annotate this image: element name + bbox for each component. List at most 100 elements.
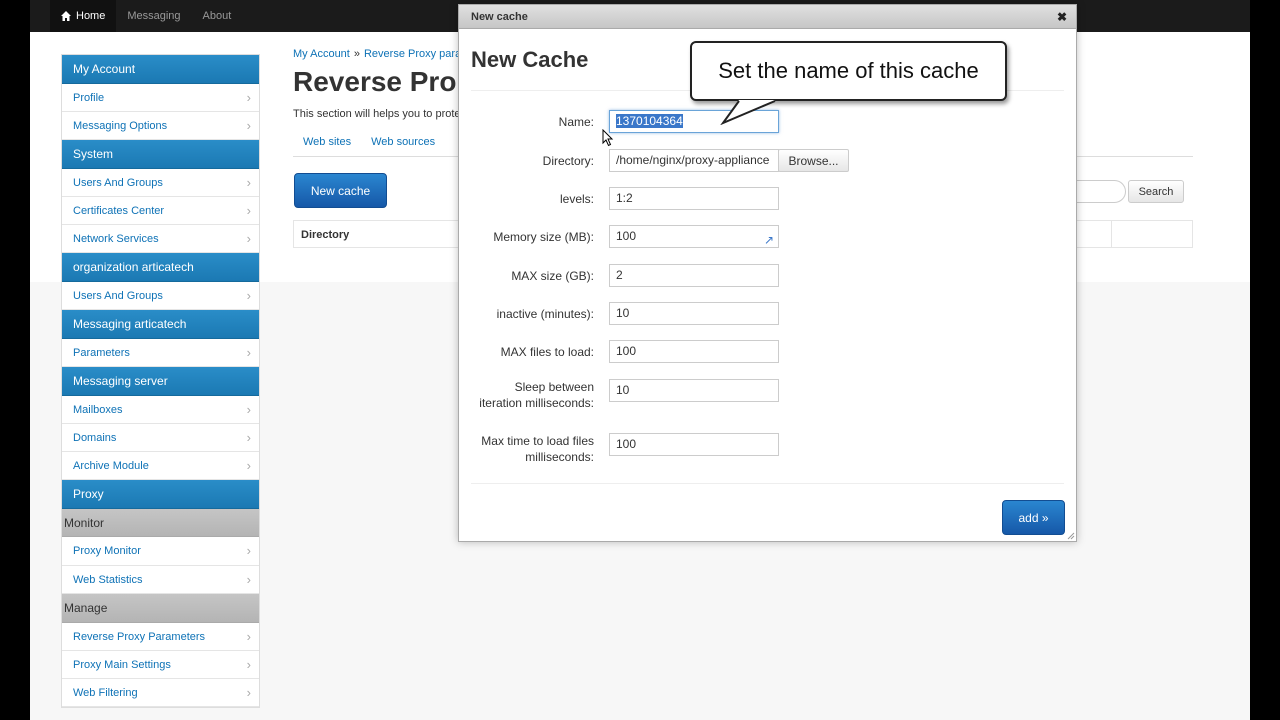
levels-field[interactable]: 1:2	[609, 187, 779, 210]
column-divider	[1111, 221, 1112, 247]
menu-item-label: Messaging Options	[73, 119, 168, 132]
max-files-field[interactable]: 100	[609, 340, 779, 363]
menu-header-monitor: Monitor	[62, 508, 259, 538]
breadcrumb-separator: »	[353, 48, 360, 60]
menu-item-network-services[interactable]: Network Services ›	[62, 225, 259, 254]
menu-item-label: Proxy Main Settings	[73, 658, 171, 671]
page-title: Reverse Pro	[293, 66, 457, 97]
menu-item-proxy-monitor[interactable]: Proxy Monitor ›	[62, 537, 259, 566]
menu-header-organization[interactable]: organization articatech	[62, 253, 259, 282]
max-files-label: MAX files to load:	[500, 345, 594, 359]
menu-item-proxy-main-settings[interactable]: Proxy Main Settings ›	[62, 650, 259, 680]
chevron-right-icon: ›	[246, 231, 251, 247]
column-directory[interactable]: Directory	[301, 221, 349, 249]
left-menu: My Account Profile › Messaging Options › S…	[61, 54, 260, 709]
menu-item-messaging-options[interactable]: Messaging Options ›	[62, 111, 259, 141]
chevron-right-icon: ›	[246, 458, 251, 474]
chevron-right-icon: ›	[246, 543, 251, 559]
home-icon	[61, 11, 71, 21]
chevron-right-icon: ›	[246, 685, 251, 701]
dialog-heading: New Cache	[471, 47, 589, 72]
divider	[471, 483, 1064, 484]
menu-item-label: Users And Groups	[73, 289, 163, 302]
menu-item-org-users-and-groups[interactable]: Users And Groups ›	[62, 281, 259, 311]
breadcrumb-reverse-proxy[interactable]: Reverse Proxy para	[364, 48, 461, 60]
inactive-label: inactive (minutes):	[496, 307, 594, 321]
menu-header-proxy[interactable]: Proxy	[62, 480, 259, 509]
chevron-right-icon: ›	[246, 89, 251, 105]
nav-messaging[interactable]: Messaging	[116, 0, 191, 32]
menu-item-label: Parameters	[73, 346, 130, 359]
menu-item-label: Web Statistics	[73, 573, 143, 586]
breadcrumb: My Account» Reverse Proxy para	[293, 48, 461, 60]
menu-item-label: Profile	[73, 91, 105, 104]
menu-item-label: Proxy Monitor	[73, 545, 141, 558]
menu-item-profile[interactable]: Profile ›	[62, 83, 259, 112]
tab-web-sites[interactable]: Web sites	[293, 128, 361, 156]
chevron-right-icon: ›	[246, 202, 251, 218]
nav-home[interactable]: Home	[50, 0, 117, 32]
menu-item-label: Web Filtering	[73, 687, 138, 700]
tab-web-sources[interactable]: Web sources	[361, 128, 445, 156]
sleep-field[interactable]: 10	[609, 379, 779, 402]
memory-field-value: 100	[616, 229, 637, 243]
max-time-field[interactable]: 100	[609, 433, 779, 456]
search-button[interactable]: Search	[1128, 180, 1184, 203]
menu-item-label: Reverse Proxy Parameters	[73, 630, 206, 643]
menu-item-label: Archive Module	[73, 460, 149, 473]
memory-field[interactable]: 100 ↗	[609, 225, 779, 248]
chevron-right-icon: ›	[246, 628, 251, 644]
menu-header-my-account[interactable]: My Account	[62, 55, 259, 84]
menu-item-reverse-proxy-parameters[interactable]: Reverse Proxy Parameters ›	[62, 622, 259, 651]
nav-about[interactable]: About	[192, 0, 243, 32]
dialog-title: New cache	[471, 11, 528, 23]
name-label: Name:	[558, 115, 594, 129]
chevron-right-icon: ›	[246, 287, 251, 303]
chevron-right-icon: ›	[246, 117, 251, 133]
mouse-cursor-icon	[602, 129, 614, 147]
max-size-field[interactable]: 2	[609, 264, 779, 287]
menu-item-archive-module[interactable]: Archive Module ›	[62, 452, 259, 481]
max-size-label: MAX size (GB):	[511, 269, 594, 283]
dialog-titlebar[interactable]: New cache ✖	[459, 5, 1076, 29]
menu-item-domains[interactable]: Domains ›	[62, 423, 259, 453]
menu-item-mailboxes[interactable]: Mailboxes ›	[62, 395, 259, 424]
levels-label: levels:	[559, 192, 594, 206]
resize-handle-icon[interactable]	[1067, 532, 1075, 540]
directory-field[interactable]: /home/nginx/proxy-appliance	[609, 149, 779, 172]
inactive-field[interactable]: 10	[609, 302, 779, 325]
menu-item-label: Mailboxes	[73, 403, 123, 416]
breadcrumb-my-account[interactable]: My Account	[293, 48, 350, 60]
close-icon[interactable]: ✖	[1057, 5, 1067, 29]
menu-item-label: Domains	[73, 431, 117, 444]
nav-home-label: Home	[76, 10, 106, 22]
chevron-right-icon: ›	[246, 429, 251, 445]
chevron-right-icon: ›	[246, 656, 251, 672]
menu-item-parameters[interactable]: Parameters ›	[62, 338, 259, 368]
max-time-label-line1: Max time to load files	[481, 434, 594, 448]
menu-header-messaging-server[interactable]: Messaging server	[62, 367, 259, 396]
sleep-label-line2: iteration milliseconds:	[479, 396, 594, 410]
menu-item-web-filtering[interactable]: Web Filtering ›	[62, 679, 259, 708]
spinner-arrow-icon[interactable]: ↗	[764, 230, 774, 247]
section-description: This section will helps you to prote	[293, 108, 461, 120]
add-button[interactable]: add »	[1002, 500, 1065, 535]
menu-item-web-statistics[interactable]: Web Statistics ›	[62, 565, 259, 595]
sleep-label-line1: Sleep between	[514, 380, 594, 394]
menu-item-label: Users And Groups	[73, 176, 163, 189]
chevron-right-icon: ›	[246, 344, 251, 360]
menu-header-manage: Manage	[62, 594, 259, 623]
directory-label: Directory:	[542, 154, 594, 168]
letterbox-right	[1250, 0, 1280, 720]
max-time-label-line2: milliseconds:	[525, 450, 594, 464]
browse-button[interactable]: Browse...	[778, 149, 849, 172]
menu-header-system[interactable]: System	[62, 140, 259, 169]
new-cache-button[interactable]: New cache	[294, 173, 387, 208]
menu-header-messaging-org[interactable]: Messaging articatech	[62, 310, 259, 339]
callout-tail	[717, 100, 776, 125]
menu-item-users-and-groups[interactable]: Users And Groups ›	[62, 168, 259, 197]
menu-item-certificates-center[interactable]: Certificates Center ›	[62, 196, 259, 226]
chevron-right-icon: ›	[246, 174, 251, 190]
memory-label: Memory size (MB):	[493, 230, 594, 244]
tutorial-callout: Set the name of this cache	[690, 41, 1007, 101]
